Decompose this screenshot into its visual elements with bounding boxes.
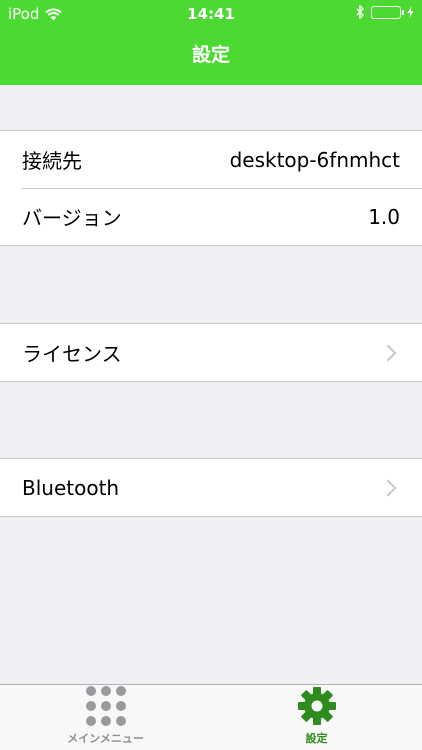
status-bar: iPod 14:41 bbox=[0, 0, 422, 28]
bluetooth-label: Bluetooth bbox=[22, 475, 120, 500]
status-indicators bbox=[356, 5, 414, 19]
license-label: ライセンス bbox=[22, 342, 122, 366]
license-row[interactable]: ライセンス bbox=[0, 324, 422, 381]
info-group: 接続先 desktop-6fnmhct バージョン 1.0 bbox=[0, 130, 422, 246]
page-title: 設定 bbox=[191, 44, 230, 66]
version-label: バージョン bbox=[22, 206, 122, 230]
bluetooth-group: Bluetooth bbox=[0, 458, 422, 517]
tab-main-menu[interactable]: メインメニュー bbox=[0, 685, 211, 750]
tab-main-menu-label: メインメニュー bbox=[67, 732, 144, 745]
bluetooth-row[interactable]: Bluetooth bbox=[0, 459, 422, 516]
charging-icon bbox=[407, 6, 414, 18]
tab-bar: メインメニュー 設定 bbox=[0, 684, 422, 750]
navigation-header: iPod 14:41 設定 bbox=[0, 0, 422, 85]
grid-icon bbox=[85, 686, 126, 726]
bluetooth-icon bbox=[356, 5, 364, 19]
connection-label: 接続先 bbox=[22, 149, 82, 173]
tab-settings[interactable]: 設定 bbox=[211, 685, 422, 750]
gear-icon bbox=[297, 687, 336, 725]
battery-icon bbox=[371, 5, 404, 19]
connection-row: 接続先 desktop-6fnmhct bbox=[0, 131, 422, 188]
version-row: バージョン 1.0 bbox=[0, 188, 422, 245]
license-group: ライセンス bbox=[0, 323, 422, 382]
version-value: 1.0 bbox=[368, 204, 400, 229]
chevron-right-icon bbox=[379, 344, 397, 361]
connection-value: desktop-6fnmhct bbox=[229, 147, 400, 172]
tab-settings-label: 設定 bbox=[305, 732, 328, 745]
chevron-right-icon bbox=[379, 479, 397, 496]
